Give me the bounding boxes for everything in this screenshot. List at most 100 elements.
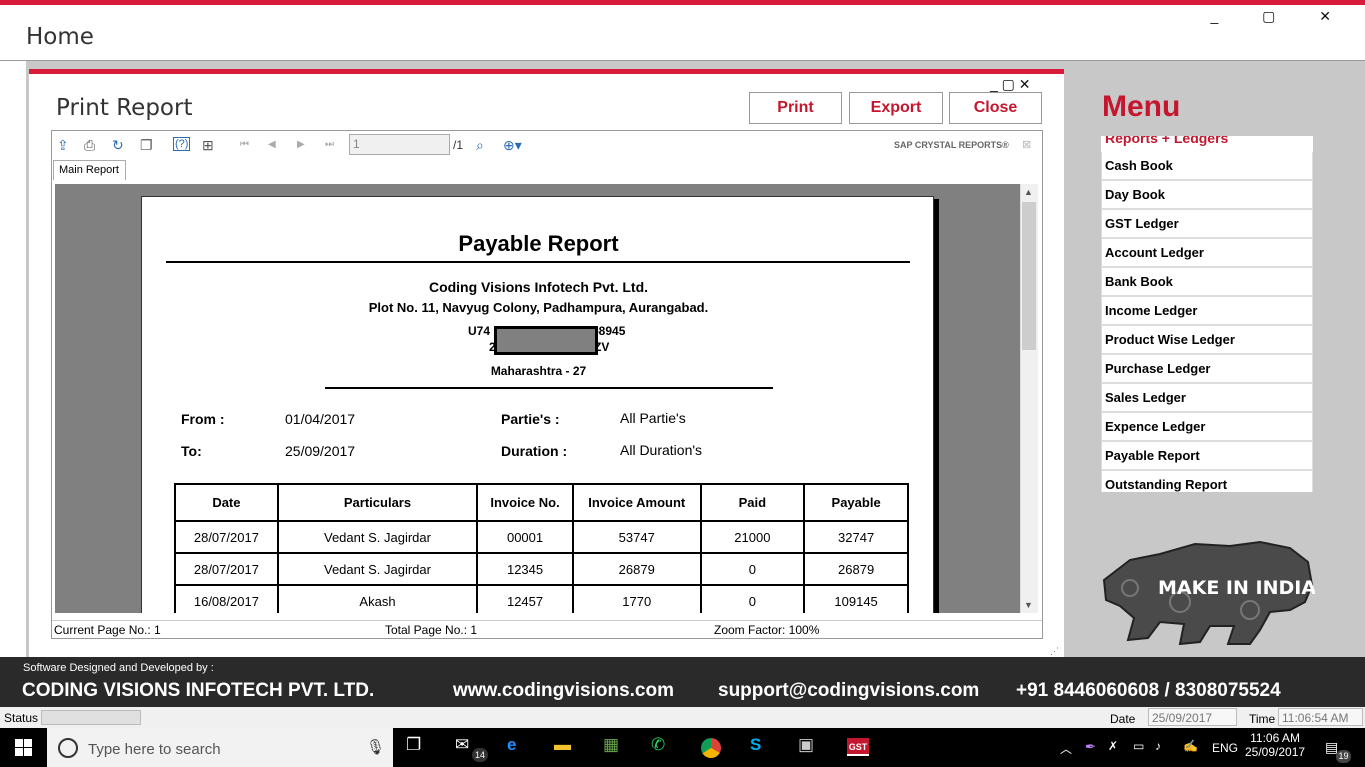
viewer-statusbar: Current Page No.: 1 Total Page No.: 1 Zo…: [52, 620, 1042, 638]
windows-start-icon[interactable]: [15, 739, 32, 756]
zoom-icon[interactable]: ⊕▾: [503, 137, 522, 154]
tray-chevron-icon[interactable]: ︿: [1060, 740, 1072, 757]
menu-list[interactable]: Reports + Ledgers Cash Book Day Book GST…: [1101, 136, 1313, 492]
table-row: 28/07/2017 Vedant S. Jagirdar 00001 5374…: [174, 520, 909, 554]
cell-particulars: Vedant S. Jagirdar: [276, 552, 479, 586]
find-icon[interactable]: ⌕: [476, 137, 484, 154]
col-date: Date: [174, 483, 279, 522]
menu-item-gst-ledger[interactable]: GST Ledger: [1101, 210, 1313, 239]
task-view-icon[interactable]: ❐: [406, 735, 421, 755]
menu-title: Menu: [1102, 90, 1181, 123]
gst-app-icon[interactable]: GST: [847, 738, 869, 756]
volume-icon[interactable]: ♪: [1155, 739, 1161, 753]
menu-item-cash-book[interactable]: Cash Book: [1101, 152, 1313, 181]
cell-invoice-amount: 53747: [571, 520, 702, 554]
skype-icon[interactable]: S: [750, 735, 761, 755]
title-divider: [166, 261, 910, 263]
payable-table: Date Particulars Invoice No. Invoice Amo…: [174, 483, 909, 613]
next-page-icon[interactable]: ▶: [297, 139, 305, 150]
close-button[interactable]: Close: [949, 92, 1042, 124]
notification-count: 19: [1336, 750, 1351, 763]
taskbar-clock[interactable]: 11:06 AM 25/09/2017: [1245, 731, 1305, 759]
edge-browser-icon[interactable]: e: [507, 735, 516, 755]
cell-invoice-no: 12457: [476, 584, 574, 613]
menu-item-day-book[interactable]: Day Book: [1101, 181, 1313, 210]
network-icon[interactable]: ✗: [1108, 739, 1118, 753]
group-tree-icon[interactable]: ⊞: [202, 137, 214, 154]
whatsapp-icon[interactable]: ✆: [651, 735, 665, 755]
top-accent-bar: [0, 0, 1365, 5]
scroll-up-icon[interactable]: ▲: [1024, 187, 1033, 197]
menu-item-account-ledger[interactable]: Account Ledger: [1101, 239, 1313, 268]
refresh-icon[interactable]: ↻: [112, 137, 124, 154]
copy-icon[interactable]: ❐: [140, 137, 153, 154]
close-brand-icon[interactable]: ⊠: [1022, 138, 1031, 151]
col-invoice-no: Invoice No.: [476, 483, 574, 522]
help-icon[interactable]: (?): [173, 137, 191, 151]
menu-item-payable-report[interactable]: Payable Report: [1101, 442, 1313, 471]
microphone-icon[interactable]: 🎙: [366, 738, 385, 756]
date-label: Date: [1110, 712, 1136, 726]
scrollbar-thumb[interactable]: [1022, 202, 1036, 350]
cell-paid: 0: [699, 552, 806, 586]
redaction-box: [494, 326, 598, 355]
first-page-icon[interactable]: ⏮: [240, 139, 249, 150]
export-button[interactable]: Export: [849, 92, 943, 124]
report-canvas: Payable Report Coding Visions Infotech P…: [55, 184, 1020, 613]
menu-item-bank-book[interactable]: Bank Book: [1101, 268, 1313, 297]
chrome-icon[interactable]: [701, 738, 721, 758]
cell-date: 16/08/2017: [174, 584, 279, 613]
time-field[interactable]: 11:06:54 AM: [1278, 708, 1363, 726]
mail-icon[interactable]: ✉: [455, 735, 469, 755]
cell-paid: 0: [699, 584, 806, 613]
tab-main-report[interactable]: Main Report: [53, 160, 126, 180]
menu-item-purchase-ledger[interactable]: Purchase Ledger: [1101, 355, 1313, 384]
from-label: From :: [181, 411, 225, 427]
make-in-india-logo: MAKE IN INDIA: [1102, 540, 1315, 646]
duration-label: Duration :: [501, 443, 568, 459]
handwriting-icon[interactable]: ✍: [1183, 739, 1198, 753]
duration-value: All Duration's: [620, 442, 703, 458]
page-number-input[interactable]: 1: [349, 134, 450, 155]
parties-value: All Partie's: [620, 410, 686, 426]
cell-payable: 26879: [803, 552, 909, 586]
menu-item-income-ledger[interactable]: Income Ledger: [1101, 297, 1313, 326]
dialog-window-controls[interactable]: _ ▢ ✕: [990, 76, 1031, 93]
print-icon[interactable]: ⎙: [84, 137, 95, 154]
cell-payable: 109145: [803, 584, 909, 613]
window-controls[interactable]: _ ▢ ✕: [1210, 8, 1351, 25]
menu-item-product-wise-ledger[interactable]: Product Wise Ledger: [1101, 326, 1313, 355]
file-explorer-icon[interactable]: ▬: [554, 735, 571, 755]
total-page-status: Total Page No.: 1: [385, 623, 478, 637]
export-report-icon[interactable]: ⇪: [57, 137, 69, 154]
cell-date: 28/07/2017: [174, 520, 279, 554]
to-label: To:: [181, 443, 202, 459]
language-indicator[interactable]: ENG: [1212, 741, 1238, 755]
date-field[interactable]: 25/09/2017: [1148, 708, 1237, 726]
from-value: 01/04/2017: [285, 411, 356, 427]
resize-grip-icon[interactable]: ⋰: [1050, 646, 1059, 657]
table-row: 16/08/2017 Akash 12457 1770 0 109145: [174, 584, 909, 613]
menu-item-outstanding-report[interactable]: Outstanding Report: [1101, 471, 1313, 492]
company-address: Plot No. 11, Navyug Colony, Padhampura, …: [368, 300, 709, 315]
mail-badge: 14: [472, 748, 488, 762]
menu-item-sales-ledger[interactable]: Sales Ledger: [1101, 384, 1313, 413]
pen-icon[interactable]: ✒: [1085, 739, 1096, 755]
prev-page-icon[interactable]: ◀: [268, 139, 276, 150]
footer-website: www.codingvisions.com: [453, 680, 674, 701]
menu-item-expence-ledger[interactable]: Expence Ledger: [1101, 413, 1313, 442]
company-name: Coding Visions Infotech Pvt. Ltd.: [428, 279, 649, 295]
col-payable: Payable: [803, 483, 909, 522]
col-paid: Paid: [699, 483, 806, 522]
state-code: Maharashtra - 27: [490, 364, 587, 378]
report-title: Payable Report: [458, 231, 619, 256]
scroll-down-icon[interactable]: ▼: [1024, 600, 1033, 610]
print-button[interactable]: Print: [749, 92, 842, 124]
remote-desktop-icon[interactable]: ▣: [798, 735, 814, 755]
cell-particulars: Akash: [276, 584, 479, 613]
calculator-icon[interactable]: ▦: [603, 735, 619, 755]
battery-icon[interactable]: ▭: [1133, 739, 1144, 753]
zoom-status: Zoom Factor: 100%: [714, 623, 820, 637]
last-page-icon[interactable]: ⏭: [325, 139, 334, 150]
footer-company: CODING VISIONS INFOTECH PVT. LTD.: [22, 680, 375, 701]
